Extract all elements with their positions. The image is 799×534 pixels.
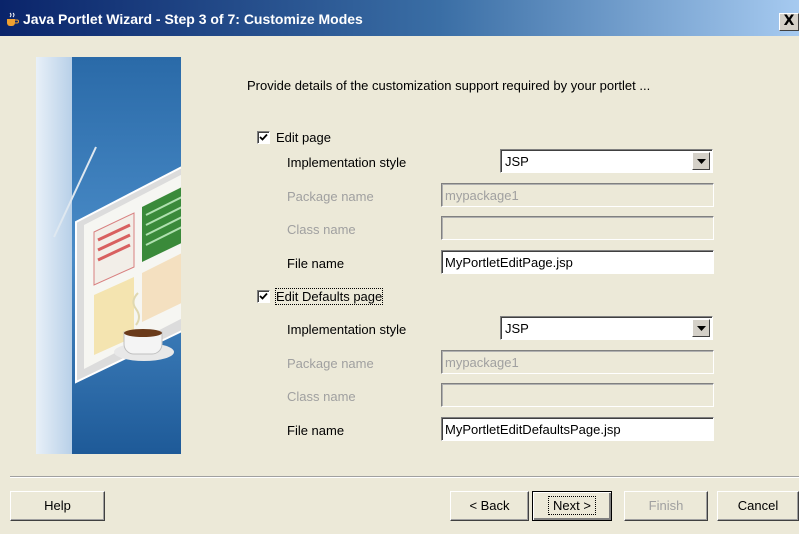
edit-defaults-label[interactable]: Edit Defaults page [274,287,384,305]
edit-page-checkbox-row[interactable]: Edit page [257,129,331,145]
chevron-down-icon [697,326,706,331]
edit-page-label[interactable]: Edit page [276,130,331,145]
implementation-style-select[interactable]: JSP [500,149,713,173]
defaults-package-name-field: mypackage1 [441,350,714,374]
help-button[interactable]: Help [10,491,105,521]
implementation-style-label: Implementation style [287,155,407,170]
close-icon: X [783,13,795,29]
back-button[interactable]: < Back [450,491,529,521]
file-name-label: File name [287,256,345,271]
package-name-field: mypackage1 [441,183,714,207]
defaults-file-name-label: File name [287,423,345,438]
edit-defaults-checkbox-row[interactable]: Edit Defaults page [257,287,384,305]
close-button[interactable]: X [779,13,799,31]
implementation-style-value: JSP [505,154,529,169]
defaults-class-name-label: Class name [287,389,356,404]
wizard-dialog: Java Portlet Wizard - Step 3 of 7: Custo… [0,0,799,534]
defaults-implementation-style-select[interactable]: JSP [500,316,713,340]
chevron-down-icon [697,159,706,164]
button-separator-highlight [10,477,799,478]
checkmark-icon [259,133,268,141]
edit-defaults-checkbox[interactable] [257,289,270,303]
package-name-label: Package name [287,189,374,204]
java-cup-icon [7,12,19,26]
class-name-label: Class name [287,222,356,237]
intro-text: Provide details of the customization sup… [247,78,651,93]
window-title: Java Portlet Wizard - Step 3 of 7: Custo… [23,11,363,27]
dropdown-button[interactable] [692,152,710,170]
defaults-file-name-field[interactable]: MyPortletEditDefaultsPage.jsp [441,417,714,441]
defaults-implementation-style-value: JSP [505,321,529,336]
finish-button: Finish [624,491,708,521]
checkmark-icon [259,292,268,300]
defaults-class-name-field [441,383,714,407]
cancel-button[interactable]: Cancel [717,491,799,521]
title-bar[interactable]: Java Portlet Wizard - Step 3 of 7: Custo… [0,0,799,36]
next-button-label: Next > [548,496,596,515]
edit-page-checkbox[interactable] [257,130,270,144]
next-button[interactable]: Next > [532,491,612,521]
defaults-package-name-label: Package name [287,356,374,371]
defaults-implementation-style-label: Implementation style [287,322,407,337]
file-name-field[interactable]: MyPortletEditPage.jsp [441,250,714,274]
class-name-field [441,216,714,240]
dropdown-button[interactable] [692,319,710,337]
wizard-illustration [36,57,181,454]
